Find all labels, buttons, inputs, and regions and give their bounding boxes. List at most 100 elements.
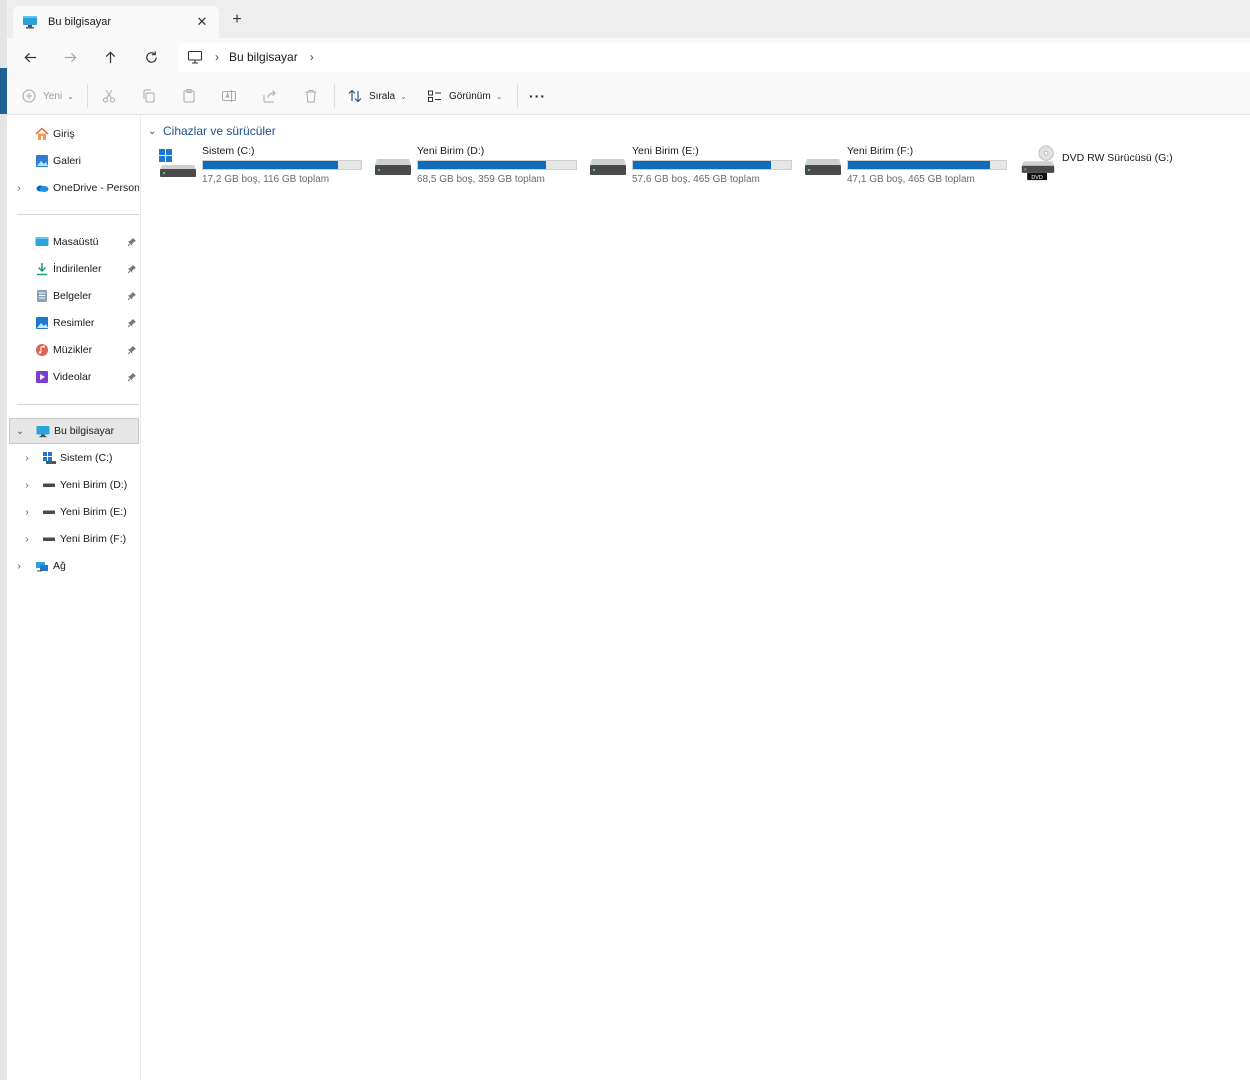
back-button[interactable] [15,42,45,72]
chevron-down-icon: ⌄ [495,91,503,101]
view-button[interactable]: Görünüm ⌄ [427,84,502,108]
tab-title: Bu bilgisayar [48,16,111,28]
forward-button[interactable] [55,42,85,72]
music-icon [36,344,48,356]
sort-icon [348,89,362,103]
rename-button[interactable] [221,84,237,108]
sidebar-item-music[interactable]: Müzikler [9,337,139,363]
pin-icon[interactable] [127,318,137,328]
windows-drive-icon [43,452,56,464]
tab-this-pc[interactable]: Bu bilgisayar ✕ [13,6,219,38]
sidebar-item-this-pc[interactable]: ⌄ Bu bilgisayar [9,418,139,444]
pictures-icon [36,317,48,329]
monitor-outline-icon [187,50,203,64]
paste-button[interactable] [181,84,197,108]
drive-tile-dvd[interactable]: DVD DVD RW Sürücüsü (G:) [1018,143,1230,187]
drive-name: Yeni Birim (F:) [847,145,914,157]
view-label: Görünüm [449,90,491,102]
content-pane: ⌄ Cihazlar ve sürücüler Sistem (C:) 17,2… [142,115,1250,1080]
sidebar-item-drive-c[interactable]: › Sistem (C:) [9,445,139,471]
sort-button[interactable]: Sırala ⌄ [347,84,407,108]
drive-usage-bar [632,160,792,170]
sort-label: Sırala [369,90,396,102]
chevron-right-icon[interactable]: › [21,534,33,545]
refresh-button[interactable] [136,42,166,72]
delete-button[interactable] [303,84,319,108]
pin-icon[interactable] [127,345,137,355]
breadcrumb-this-pc[interactable]: Bu bilgisayar [229,50,298,64]
chevron-right-icon[interactable]: › [21,507,33,518]
share-icon [263,90,276,103]
drive-name: Yeni Birim (D:) [417,145,485,157]
file-explorer-window: Bu bilgisayar ✕ + › Bu bilgisayar › Yeni [7,0,1250,1080]
sidebar-item-drive-f[interactable]: › Yeni Birim (F:) [9,526,139,552]
plus-circle-icon [22,89,36,103]
sidebar-item-gallery[interactable]: Galeri [9,148,139,174]
hard-drive-icon [590,159,626,175]
arrow-up-icon [105,50,115,63]
sidebar-item-drive-d[interactable]: › Yeni Birim (D:) [9,472,139,498]
sidebar-item-documents[interactable]: Belgeler [9,283,139,309]
home-icon [35,127,49,140]
address-bar[interactable]: › Bu bilgisayar › [179,42,1250,72]
sidebar-item-onedrive[interactable]: › OneDrive - Persona [9,175,139,201]
chevron-right-icon[interactable]: › [21,453,33,464]
drive-space-info: 68,5 GB boş, 359 GB toplam [417,174,545,185]
chevron-down-icon: ⌄ [148,125,157,137]
onedrive-icon [36,185,49,192]
drive-tile-c[interactable]: Sistem (C:) 17,2 GB boş, 116 GB toplam [158,143,370,187]
drive-usage-fill [633,161,772,169]
close-tab-icon[interactable]: ✕ [191,14,213,30]
new-label: Yeni [43,90,63,102]
pin-icon[interactable] [127,291,137,301]
drive-tile-e[interactable]: Yeni Birim (E:) 57,6 GB boş, 465 GB topl… [588,143,800,187]
breadcrumb-expand[interactable]: › [310,50,314,64]
share-button[interactable] [262,84,278,108]
up-button[interactable] [95,42,125,72]
videos-icon [36,371,48,383]
drive-usage-fill [418,161,546,169]
pin-icon[interactable] [127,372,137,382]
sidebar-item-home[interactable]: Giriş [9,121,139,147]
group-header-devices[interactable]: ⌄ Cihazlar ve sürücüler [148,123,276,139]
new-button[interactable]: Yeni ⌄ [21,84,74,108]
chevron-right-icon[interactable]: › [13,183,25,194]
scissors-icon [103,89,115,103]
drive-tile-d[interactable]: Yeni Birim (D:) 68,5 GB boş, 359 GB topl… [373,143,585,187]
more-options-button[interactable]: ··· [529,84,546,108]
chevron-down-icon: ⌄ [67,91,74,101]
hard-drive-icon [43,483,55,487]
chevron-right-icon[interactable]: › [13,561,25,572]
group-title: Cihazlar ve sürücüler [163,124,276,138]
cut-button[interactable] [101,84,117,108]
sidebar-item-network[interactable]: › Ağ [9,553,139,579]
trash-icon [305,90,317,103]
new-tab-button[interactable]: + [227,10,247,30]
documents-icon [37,290,47,302]
drive-usage-bar [847,160,1007,170]
sidebar-item-label: Yeni Birim (D:) [60,479,128,491]
drive-space-info: 47,1 GB boş, 465 GB toplam [847,174,975,185]
pin-icon[interactable] [127,237,137,247]
view-list-icon [428,90,441,102]
sidebar-item-downloads[interactable]: İndirilenler [9,256,139,282]
toolbar-divider [334,84,335,108]
drive-tile-f[interactable]: Yeni Birim (F:) 47,1 GB boş, 465 GB topl… [803,143,1015,187]
pin-icon[interactable] [127,264,137,274]
sidebar-item-drive-e[interactable]: › Yeni Birim (E:) [9,499,139,525]
sidebar-item-desktop[interactable]: Masaüstü [9,229,139,255]
drive-name: Sistem (C:) [202,145,255,157]
dvd-badge-text: DVD [1031,175,1042,181]
breadcrumb-separator[interactable]: › [215,50,219,64]
sidebar-divider [17,214,139,215]
command-bar: Yeni ⌄ Sırala ⌄ Görünüm ⌄ ··· [7,76,1250,115]
sidebar-item-pictures[interactable]: Resimler [9,310,139,336]
copy-button[interactable] [141,84,157,108]
sidebar-item-videos[interactable]: Videolar [9,364,139,390]
drive-usage-fill [203,161,338,169]
sidebar-item-label: Giriş [53,128,75,140]
clipboard-icon [183,89,195,103]
sidebar-item-label: Bu bilgisayar [54,425,115,437]
chevron-right-icon[interactable]: › [21,480,33,491]
chevron-down-icon[interactable]: ⌄ [14,426,26,437]
